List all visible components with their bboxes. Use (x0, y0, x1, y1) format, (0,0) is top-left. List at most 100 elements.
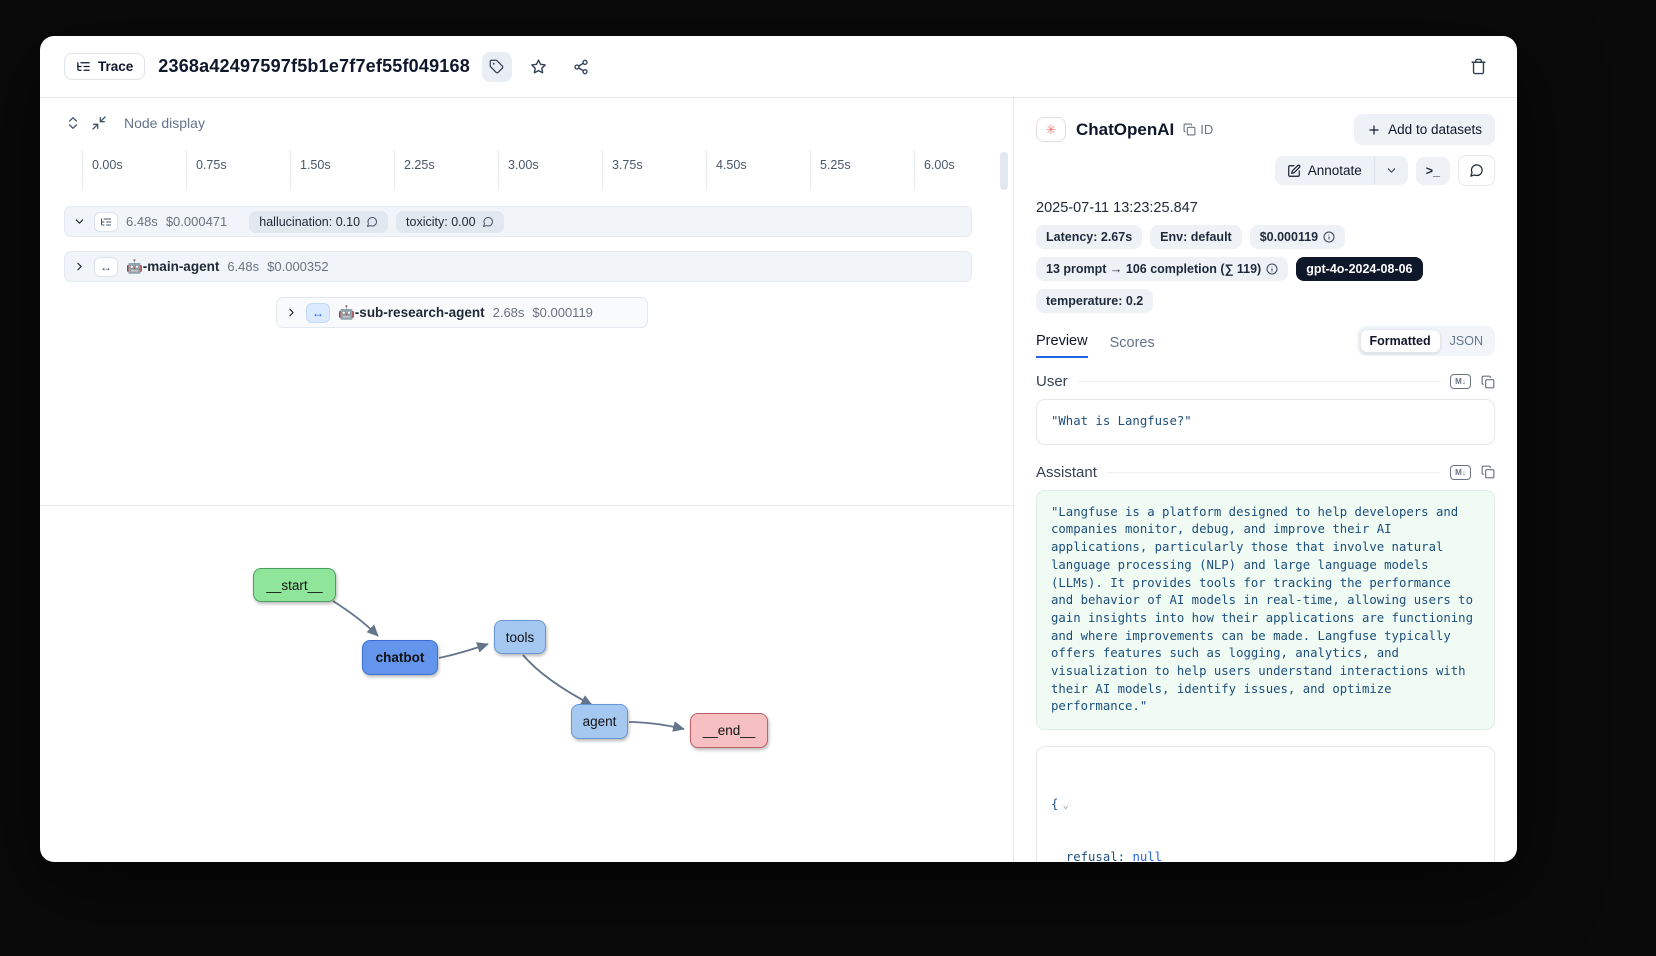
span-name: 🤖-main-agent (126, 259, 219, 275)
tick-label: 4.50s (716, 158, 747, 172)
generation-icon: ✳ (1036, 117, 1066, 142)
share-button[interactable] (566, 52, 596, 82)
graph-node-start[interactable]: __start__ (253, 568, 336, 602)
token-usage-badge[interactable]: 13 prompt → 106 completion (∑ 119) (1036, 257, 1288, 281)
tick-label: 0.00s (92, 158, 123, 172)
copy-user-button[interactable] (1481, 375, 1495, 389)
node-display-label: Node display (124, 115, 205, 131)
tag-button[interactable] (482, 52, 512, 82)
span-icon: ↔ (94, 257, 118, 277)
score-toxicity[interactable]: toxicity: 0.00 (396, 211, 503, 233)
graph-edges (40, 505, 1013, 862)
trash-icon (1470, 58, 1487, 75)
format-option-json[interactable]: JSON (1441, 330, 1492, 352)
observation-badges: Latency: 2.67s Env: default $0.000119 13… (1036, 225, 1466, 313)
chevron-down-icon (1385, 164, 1398, 177)
span-cost: $0.000352 (267, 259, 328, 274)
list-tree-icon (76, 59, 91, 74)
assistant-section-header: Assistant M↓ (1036, 464, 1495, 481)
comments-button[interactable] (1458, 155, 1495, 186)
chevron-down-icon[interactable] (73, 215, 86, 228)
markdown-icon[interactable]: M↓ (1450, 465, 1471, 480)
playground-button[interactable]: >_ (1416, 157, 1450, 185)
env-badge: Env: default (1150, 225, 1242, 249)
span-cost: $0.000119 (532, 305, 593, 320)
plus-icon (1367, 123, 1381, 137)
trace-header: Trace 2368a42497597f5b1e7f7ef55f049168 (40, 36, 1517, 98)
tick-label: 2.25s (404, 158, 435, 172)
edit-icon (1287, 164, 1301, 178)
collapse-icon (91, 115, 107, 131)
user-section-header: User M↓ (1036, 373, 1495, 390)
collapse-all-button[interactable] (86, 110, 112, 136)
add-to-datasets-button[interactable]: Add to datasets (1354, 114, 1495, 145)
detail-tabs: Preview Scores Formatted JSON (1036, 326, 1495, 358)
assistant-heading: Assistant (1036, 464, 1097, 481)
tick-label: 5.25s (820, 158, 851, 172)
tab-preview[interactable]: Preview (1036, 333, 1088, 358)
copy-id-button[interactable]: ID (1183, 122, 1213, 137)
annotate-dropdown-button[interactable] (1374, 156, 1408, 185)
assistant-message: "Langfuse is a platform designed to help… (1036, 490, 1495, 730)
latency-badge: Latency: 2.67s (1036, 225, 1142, 249)
cost-badge[interactable]: $0.000119 (1250, 225, 1345, 249)
timeline-panel: Node display Timeline 0.00s 0.75s (40, 98, 1013, 862)
fold-chevron-icon[interactable]: ⌄ (1062, 798, 1069, 811)
message-icon (1469, 163, 1484, 178)
agent-graph: __start__ chatbot tools agent __end__ (40, 505, 1013, 862)
share-icon (573, 59, 589, 75)
comment-icon (482, 216, 494, 228)
info-icon (1323, 231, 1335, 243)
trace-id: 2368a42497597f5b1e7f7ef55f049168 (158, 56, 470, 77)
score-hallucination[interactable]: hallucination: 0.10 (249, 211, 388, 233)
span-row-sub-research-agent[interactable]: ↔ 🤖-sub-research-agent 2.68s $0.000119 (276, 297, 648, 328)
model-badge[interactable]: gpt-4o-2024-08-06 (1296, 257, 1422, 281)
trace-row-root[interactable]: 6.48s $0.000471 hallucination: 0.10 toxi… (64, 206, 972, 237)
annotate-button[interactable]: Annotate (1275, 156, 1374, 185)
user-message: "What is Langfuse?" (1036, 399, 1495, 445)
trace-duration: 6.48s (126, 214, 158, 229)
terminal-icon: >_ (1426, 164, 1440, 178)
expand-all-button[interactable] (60, 110, 86, 136)
observation-timestamp: 2025-07-11 13:23:25.847 (1036, 200, 1495, 216)
copy-icon (1183, 123, 1196, 136)
trace-cost: $0.000471 (166, 214, 227, 229)
graph-node-tools[interactable]: tools (494, 620, 546, 654)
tick-label: 3.00s (508, 158, 539, 172)
graph-node-agent[interactable]: agent (571, 704, 628, 739)
observation-panel: ✳ ChatOpenAI ID Add to datasets (1013, 98, 1517, 862)
format-option-formatted[interactable]: Formatted (1360, 329, 1441, 353)
star-icon (530, 58, 547, 75)
comment-icon (366, 216, 378, 228)
graph-node-end[interactable]: __end__ (690, 713, 768, 748)
timeline-toolbar: Node display Timeline (40, 98, 1013, 148)
star-button[interactable] (524, 52, 554, 82)
copy-assistant-button[interactable] (1481, 465, 1495, 479)
trace-label: Trace (98, 59, 133, 74)
chevron-right-icon[interactable] (285, 306, 298, 319)
annotate-button-group: Annotate (1275, 156, 1408, 185)
info-icon (1266, 263, 1278, 275)
copy-icon (1481, 465, 1495, 479)
chevron-right-icon[interactable] (73, 260, 86, 273)
user-heading: User (1036, 373, 1068, 390)
id-label: ID (1200, 122, 1213, 137)
chevrons-up-down-icon (65, 115, 81, 131)
copy-icon (1481, 375, 1495, 389)
tag-icon (489, 59, 504, 74)
trace-row-type-icon (94, 212, 118, 232)
span-row-main-agent[interactable]: ↔ 🤖-main-agent 6.48s $0.000352 (64, 251, 972, 282)
tick-label: 6.00s (924, 158, 955, 172)
tab-scores[interactable]: Scores (1110, 335, 1155, 358)
scrollbar-thumb[interactable] (1000, 152, 1008, 190)
delete-trace-button[interactable] (1463, 52, 1493, 82)
span-duration: 2.68s (493, 305, 525, 320)
tick-label: 1.50s (300, 158, 331, 172)
graph-node-chatbot[interactable]: chatbot (362, 640, 438, 675)
tick-label: 3.75s (612, 158, 643, 172)
markdown-icon[interactable]: M↓ (1450, 374, 1471, 389)
format-toggle: Formatted JSON (1357, 326, 1495, 356)
json-key: refusal: (1066, 850, 1125, 862)
time-axis: 0.00s 0.75s 1.50s 2.25s 3.00s 3.75s 4.50… (40, 148, 1013, 192)
tick-label: 0.75s (196, 158, 227, 172)
